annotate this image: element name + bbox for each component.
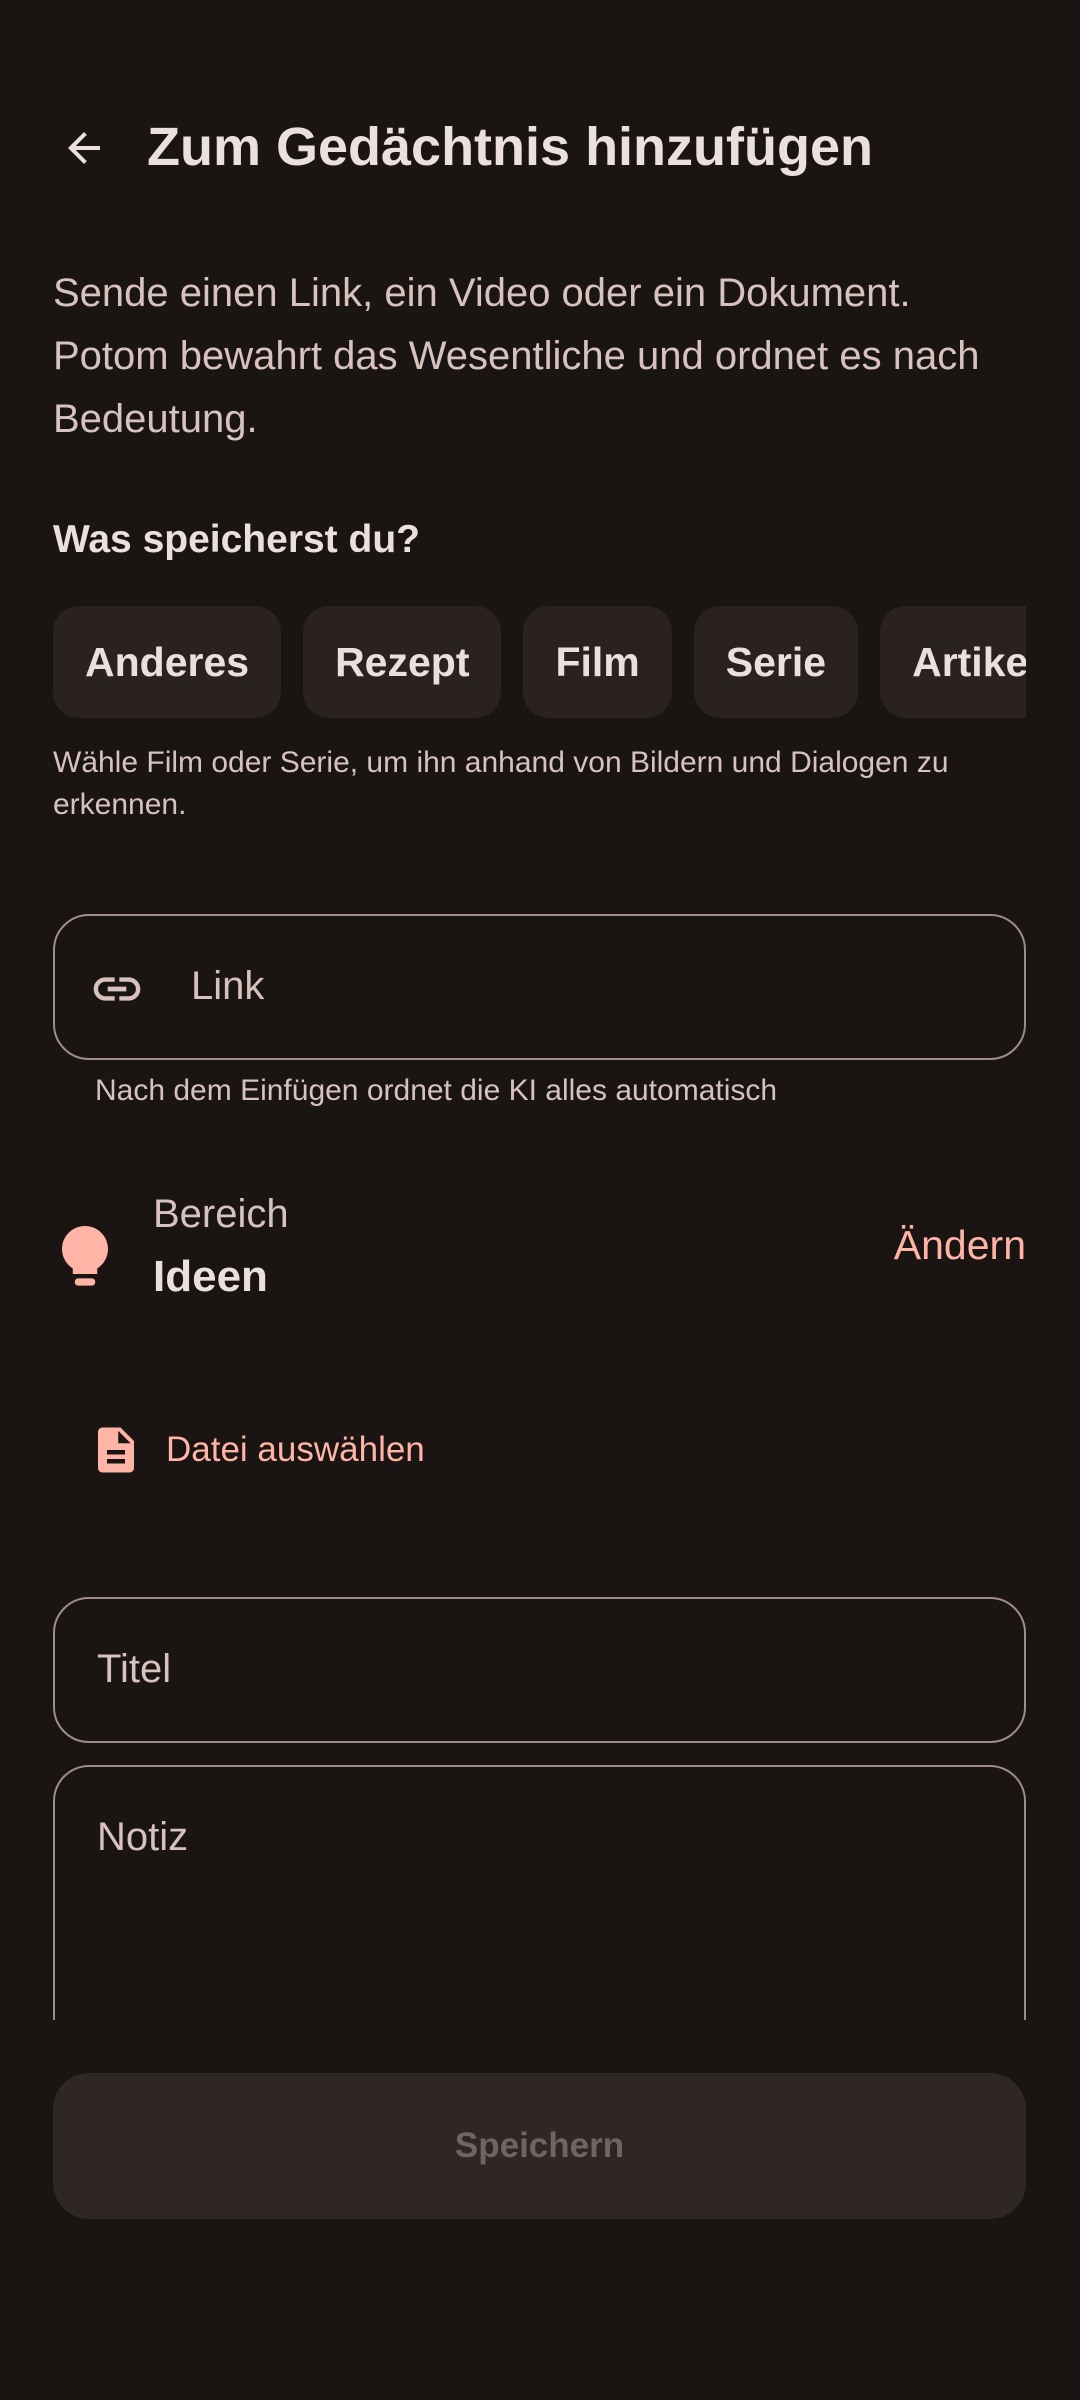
chip-artikel[interactable]: Artikel: [880, 606, 1026, 718]
category-hint: Wähle Film oder Serie, um ihn anhand von…: [53, 746, 949, 821]
intro-text: Sende einen Link, ein Video oder ein Dok…: [53, 271, 980, 441]
choose-file-button[interactable]: Datei auswählen: [72, 1408, 449, 1492]
save-button[interactable]: Speichern: [53, 2073, 1026, 2219]
title-input-label: Titel: [97, 1647, 172, 1691]
chip-anderes[interactable]: Anderes: [53, 606, 282, 718]
choose-file-label: Datei auswählen: [166, 1430, 425, 1469]
area-value: Ideen: [153, 1252, 268, 1301]
document-icon: [88, 1422, 144, 1478]
change-area-button[interactable]: Ändern: [894, 1222, 1026, 1269]
arrow-back-icon: [68, 132, 100, 164]
title-input[interactable]: Titel: [53, 1597, 1026, 1743]
note-input[interactable]: Notiz: [53, 1765, 1026, 2020]
link-input-label: Link: [191, 964, 265, 1008]
page-title: Zum Gedächtnis hinzufügen: [147, 117, 873, 177]
category-label: Was speicherst du?: [53, 518, 420, 561]
chip-film[interactable]: Film: [523, 606, 672, 718]
link-icon: [87, 959, 147, 1019]
note-input-label: Notiz: [97, 1815, 189, 1859]
link-supporting-text: Nach dem Einfügen ordnet die KI alles au…: [95, 1074, 778, 1107]
area-label: Bereich: [153, 1192, 289, 1236]
chip-rezept[interactable]: Rezept: [303, 606, 502, 718]
area-row: Bereich Ideen Ändern: [0, 1180, 1080, 1330]
top-app-bar: Zum Gedächtnis hinzufügen: [0, 100, 1080, 196]
lightbulb-icon: [58, 1224, 112, 1288]
back-button[interactable]: [44, 102, 124, 194]
chip-serie[interactable]: Serie: [693, 606, 859, 718]
link-input[interactable]: Link: [53, 914, 1026, 1060]
add-to-memory-screen: Zum Gedächtnis hinzufügen Sende einen Li…: [0, 0, 1080, 2400]
category-chip-row[interactable]: Anderes Rezept Film Serie Artikel: [53, 606, 1026, 718]
